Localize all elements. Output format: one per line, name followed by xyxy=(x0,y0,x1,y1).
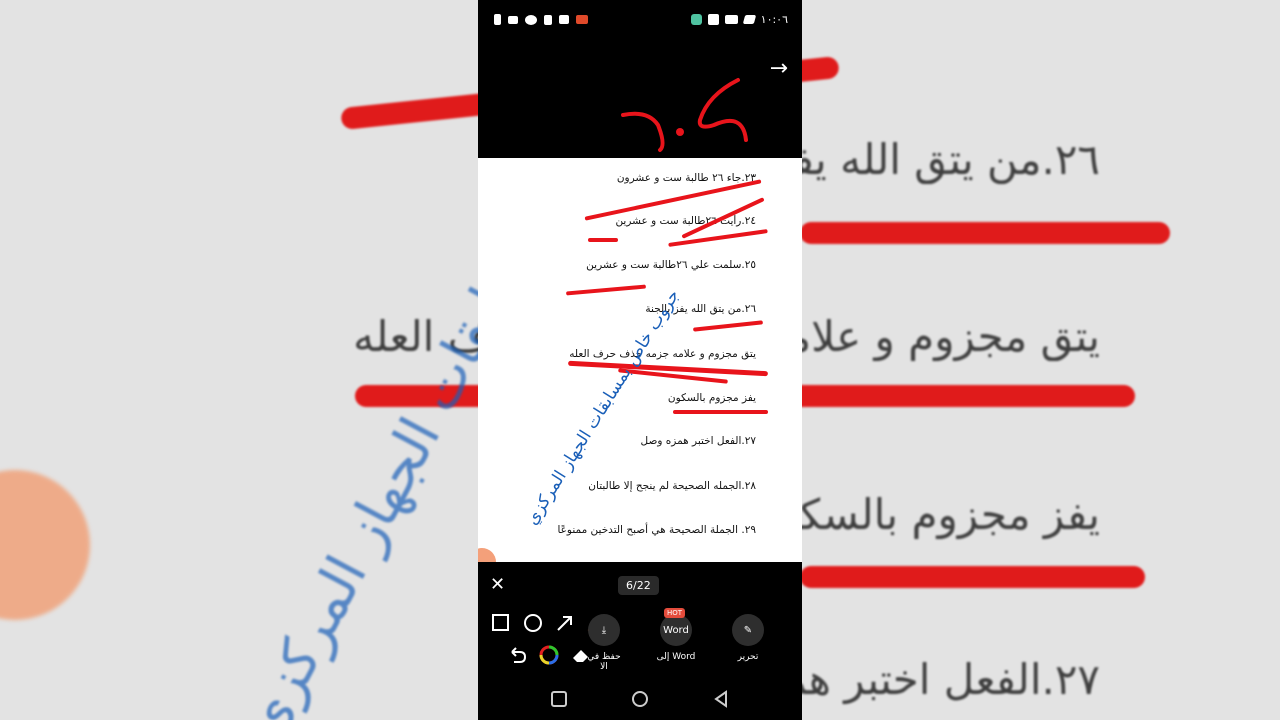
annotation-stroke xyxy=(673,410,768,414)
app-notification-icon xyxy=(690,14,702,25)
recent-apps-icon[interactable] xyxy=(550,690,568,708)
word-icon: HOT Word xyxy=(660,608,692,646)
battery-icon xyxy=(494,14,501,25)
rectangle-tool-icon[interactable] xyxy=(490,612,512,634)
undo-icon[interactable] xyxy=(506,644,528,666)
edit-button[interactable]: ✎ تحرير xyxy=(728,614,768,662)
bg-red-stroke xyxy=(800,566,1145,588)
page-indicator: 6/22 xyxy=(618,576,659,595)
doc-line: ٢٣.جاء ٢٦ طالبة ست و عشرون xyxy=(616,172,756,184)
annotation-stroke xyxy=(692,320,764,332)
wifi-icon xyxy=(525,14,537,25)
save-to-device-button[interactable]: ⤓ حفظ في الا xyxy=(584,614,624,672)
download-icon: ⤓ xyxy=(588,614,620,646)
alarm-off-icon xyxy=(559,15,569,24)
edit-label: تحرير xyxy=(737,652,759,662)
bg-red-stroke xyxy=(800,222,1170,244)
handwritten-number xyxy=(621,78,748,152)
word-label: إلى Word xyxy=(656,652,696,662)
cast-icon xyxy=(576,15,588,24)
save-label: حفظ في الا xyxy=(587,652,621,672)
doc-line: يتق مجزوم و علامه جزمه حذف حرف العله xyxy=(569,348,756,360)
telegram-icon xyxy=(742,15,756,24)
bg-line-1: ٢٦.من يتق الله يفز xyxy=(770,135,1100,184)
annotation-stroke xyxy=(565,284,647,296)
doc-line: يفز مجزوم بالسكون xyxy=(667,392,756,404)
doc-line: ٢٨.الجمله الصحيحة لم ينجح إلا طالبتان xyxy=(588,480,756,492)
doc-line: ٢٩. الجملة الصحيحة هي أصبح التدخين ممنوع… xyxy=(557,524,756,536)
phone-screen: ١٠:٠٦ → ٢٣.جاء ٢٦ طالبة ست و عشرون ٢٤.رأ… xyxy=(478,0,802,720)
annotation-stroke xyxy=(588,238,618,242)
youtube-icon xyxy=(724,15,738,24)
doc-line: ٢٧.الفعل اختبر همزه وصل xyxy=(640,435,756,447)
floating-handle[interactable] xyxy=(478,548,496,562)
doc-line: ٢٤.رأيت ٢٦طالبة ست و عشرين xyxy=(615,215,756,227)
signal-icon xyxy=(508,15,518,24)
status-bar: ١٠:٠٦ xyxy=(478,10,802,32)
color-picker-icon[interactable] xyxy=(538,644,560,666)
circle-tool-icon[interactable] xyxy=(522,612,544,634)
bg-orange-blob xyxy=(0,470,90,620)
doc-line: ٢٥.سلمت علي ٢٦طالبة ست و عشرين xyxy=(586,259,756,271)
document-page: ٢٣.جاء ٢٦ طالبة ست و عشرون ٢٤.رأيت ٢٦طال… xyxy=(478,158,802,562)
home-icon[interactable] xyxy=(631,690,649,708)
word-icon-text: Word xyxy=(663,624,689,636)
clock: ١٠:٠٦ xyxy=(760,13,788,26)
silent-icon xyxy=(544,14,552,25)
close-icon[interactable]: ✕ xyxy=(490,574,505,595)
forward-arrow-icon[interactable]: → xyxy=(770,56,788,81)
convert-to-word-button[interactable]: HOT Word إلى Word xyxy=(656,608,696,662)
facebook-icon xyxy=(707,14,719,25)
hot-badge: HOT xyxy=(664,608,686,618)
back-icon[interactable] xyxy=(712,690,730,708)
annotation-toolbar: ✕ 6/22 ⤓ حفظ في الا HOT Word إلى Word ✎ … xyxy=(478,562,802,720)
arrow-tool-icon[interactable] xyxy=(554,612,576,634)
edit-icon: ✎ xyxy=(732,614,764,646)
watermark: جروب خاص بمسابقات الجهاز المركزي xyxy=(522,286,684,529)
